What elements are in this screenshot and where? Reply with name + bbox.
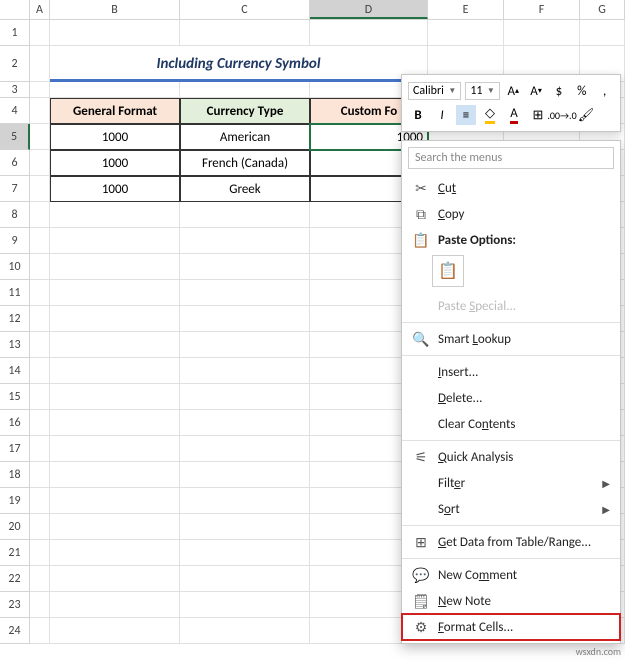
scissors-icon: ✂	[410, 180, 432, 197]
chevron-right-icon: ▶	[602, 503, 610, 516]
col-header-g[interactable]: G	[580, 0, 625, 19]
col-header-d[interactable]: D	[310, 0, 428, 19]
menu-paste-options: 📋 Paste Options:	[402, 227, 620, 253]
menu-get-data[interactable]: ⊞ Get Data from Table/Range...	[402, 529, 620, 555]
row-header[interactable]: 8	[0, 202, 30, 228]
row-header[interactable]: 23	[0, 592, 30, 618]
row-header[interactable]: 12	[0, 306, 30, 332]
align-center-button[interactable]: ≡	[456, 105, 476, 125]
column-headers: A B C D E F G	[0, 0, 625, 20]
table-cell[interactable]: Greek	[180, 176, 310, 202]
row-header[interactable]: 1	[0, 20, 30, 46]
menu-sort[interactable]: Sort▶	[402, 496, 620, 522]
row-header[interactable]: 3	[0, 82, 30, 98]
row-header[interactable]: 16	[0, 410, 30, 436]
menu-quick-analysis[interactable]: ⚟ Quick Analysis	[402, 444, 620, 470]
watermark: wsxdn.com	[576, 645, 621, 658]
menu-filter[interactable]: Filter▶	[402, 470, 620, 496]
row-header[interactable]: 10	[0, 254, 30, 280]
menu-format-cells[interactable]: ⚙ Format Cells...	[402, 614, 620, 640]
col-header-f[interactable]: F	[504, 0, 580, 19]
menu-smart-lookup[interactable]: 🔍 Smart Lookup	[402, 326, 620, 352]
decrease-decimal-button[interactable]: .00→.0	[552, 105, 572, 125]
col-header-b[interactable]: B	[50, 0, 180, 19]
row-header[interactable]: 4	[0, 98, 30, 124]
row-header[interactable]: 19	[0, 488, 30, 514]
accounting-format-button[interactable]: $	[550, 81, 569, 101]
percent-format-button[interactable]: %	[572, 81, 591, 101]
chevron-right-icon: ▶	[602, 477, 610, 490]
menu-clear-contents[interactable]: Clear Contents	[402, 411, 620, 437]
quick-analysis-icon: ⚟	[410, 449, 432, 466]
menu-copy[interactable]: ⧉ Copy	[402, 201, 620, 227]
col-header-a[interactable]: A	[30, 0, 50, 19]
col-header-e[interactable]: E	[428, 0, 504, 19]
row-header[interactable]: 20	[0, 514, 30, 540]
table-cell[interactable]: 1000	[50, 124, 180, 150]
table-cell[interactable]: French (Canada)	[180, 150, 310, 176]
menu-new-comment[interactable]: 💬 New Comment	[402, 562, 620, 588]
select-all-corner[interactable]	[0, 0, 30, 19]
menu-paste-special: Paste Special...	[402, 293, 620, 319]
menu-new-note[interactable]: 🗒 New Note	[402, 588, 620, 614]
borders-button[interactable]: ⊞	[528, 105, 548, 125]
table-icon: ⊞	[410, 534, 432, 551]
table-cell[interactable]: 1000	[50, 150, 180, 176]
increase-font-icon[interactable]: A▴	[504, 81, 523, 101]
row-header[interactable]: 2	[0, 46, 30, 82]
search-icon: 🔍	[410, 331, 432, 348]
table-cell[interactable]: American	[180, 124, 310, 150]
font-size-selector[interactable]: 11▼	[465, 82, 499, 100]
row-header[interactable]: 22	[0, 566, 30, 592]
col-header-c[interactable]: C	[180, 0, 310, 19]
comment-icon: 💬	[410, 567, 432, 584]
bold-button[interactable]: B	[408, 105, 428, 125]
row-header[interactable]: 18	[0, 462, 30, 488]
table-cell[interactable]: 1000	[50, 176, 180, 202]
note-icon: 🗒	[410, 593, 432, 610]
decrease-font-icon[interactable]: A▾	[527, 81, 546, 101]
row-header[interactable]: 24	[0, 618, 30, 644]
menu-cut[interactable]: ✂ Cut	[402, 175, 620, 201]
row-header[interactable]: 17	[0, 436, 30, 462]
chevron-down-icon: ▼	[448, 86, 456, 96]
clipboard-icon: 📋	[410, 232, 432, 249]
page-title: Including Currency Symbol	[50, 46, 428, 82]
copy-icon: ⧉	[410, 206, 432, 223]
row-header[interactable]: 21	[0, 540, 30, 566]
menu-delete[interactable]: Delete...	[402, 385, 620, 411]
row-header[interactable]: 14	[0, 358, 30, 384]
font-color-button[interactable]: A	[504, 105, 524, 125]
row-header[interactable]: 5	[0, 124, 30, 150]
menu-search-input[interactable]: Search the menus	[408, 147, 614, 169]
format-cells-icon: ⚙	[410, 619, 432, 636]
row-header[interactable]: 9	[0, 228, 30, 254]
row-header[interactable]: 11	[0, 280, 30, 306]
context-menu: Search the menus ✂ Cut ⧉ Copy 📋 Paste Op…	[401, 140, 621, 644]
fill-color-button[interactable]: ◇	[480, 105, 500, 125]
menu-insert[interactable]: Insert...	[402, 359, 620, 385]
font-selector[interactable]: Calibri▼	[408, 82, 461, 100]
row-header[interactable]: 7	[0, 176, 30, 202]
paste-button[interactable]: 📋	[432, 255, 464, 287]
italic-button[interactable]: I	[432, 105, 452, 125]
row-header[interactable]: 13	[0, 332, 30, 358]
format-painter-button[interactable]: 🖌	[576, 105, 596, 125]
th-general-format: General Format	[50, 98, 180, 124]
comma-format-button[interactable]: ,	[595, 81, 614, 101]
th-currency-type: Currency Type	[180, 98, 310, 124]
row-headers: 1 2 3 4 5 6 7 8 9 10 11 12 13 14 15 16 1…	[0, 20, 30, 644]
row-header[interactable]: 6	[0, 150, 30, 176]
chevron-down-icon: ▼	[487, 86, 495, 96]
mini-toolbar: Calibri▼ 11▼ A▴ A▾ $ % , B I ≡ ◇ A ⊞ .00…	[401, 74, 621, 132]
row-header[interactable]: 15	[0, 384, 30, 410]
